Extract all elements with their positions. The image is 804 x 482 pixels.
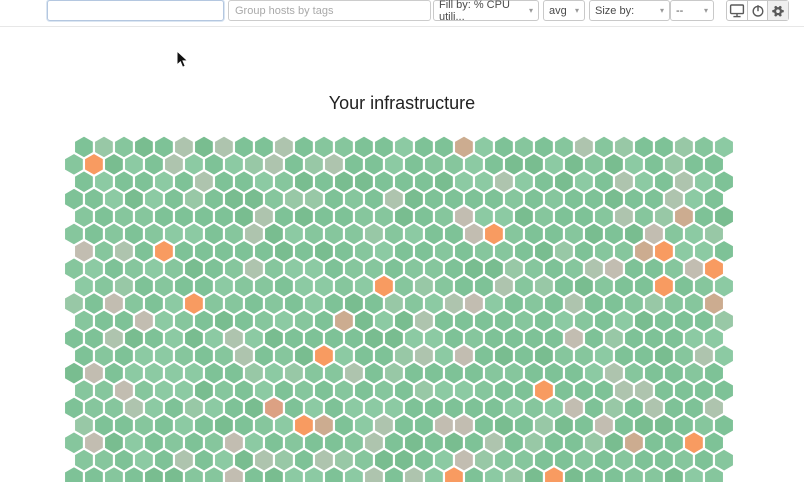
host-map-page: Your infrastructure Fill by: % CPU utili… bbox=[0, 0, 804, 482]
monitor-icon bbox=[728, 1, 746, 21]
toolbar: Fill by: % CPU utili... ▾ avg ▾ Size by:… bbox=[0, 0, 804, 27]
power-button[interactable] bbox=[747, 1, 768, 20]
page-title: Your infrastructure bbox=[0, 93, 804, 114]
power-icon bbox=[749, 1, 767, 21]
chevron-down-icon: ▾ bbox=[575, 6, 579, 15]
size-value-label: -- bbox=[676, 5, 683, 17]
fill-by-select[interactable]: Fill by: % CPU utili... ▾ bbox=[433, 0, 539, 21]
toolbar-icon-group bbox=[726, 0, 789, 21]
gear-icon bbox=[769, 1, 787, 21]
size-value-select[interactable]: -- ▾ bbox=[670, 0, 714, 21]
fill-by-label: Fill by: % CPU utili... bbox=[439, 0, 524, 23]
size-by-select[interactable]: Size by: ▾ bbox=[589, 0, 670, 21]
aggregation-select[interactable]: avg ▾ bbox=[543, 0, 585, 21]
group-by-tags-input[interactable] bbox=[228, 0, 431, 21]
search-input[interactable] bbox=[47, 0, 224, 21]
chevron-down-icon: ▾ bbox=[529, 6, 533, 15]
size-by-label: Size by: bbox=[595, 5, 634, 17]
host-map[interactable] bbox=[0, 0, 804, 482]
host-map-svg[interactable] bbox=[0, 0, 804, 482]
aggregation-label: avg bbox=[549, 5, 567, 17]
chevron-down-icon: ▾ bbox=[660, 6, 664, 15]
settings-button[interactable] bbox=[767, 1, 788, 20]
mouse-cursor bbox=[176, 51, 190, 69]
chevron-down-icon: ▾ bbox=[704, 6, 708, 15]
monitor-view-button[interactable] bbox=[727, 1, 747, 20]
